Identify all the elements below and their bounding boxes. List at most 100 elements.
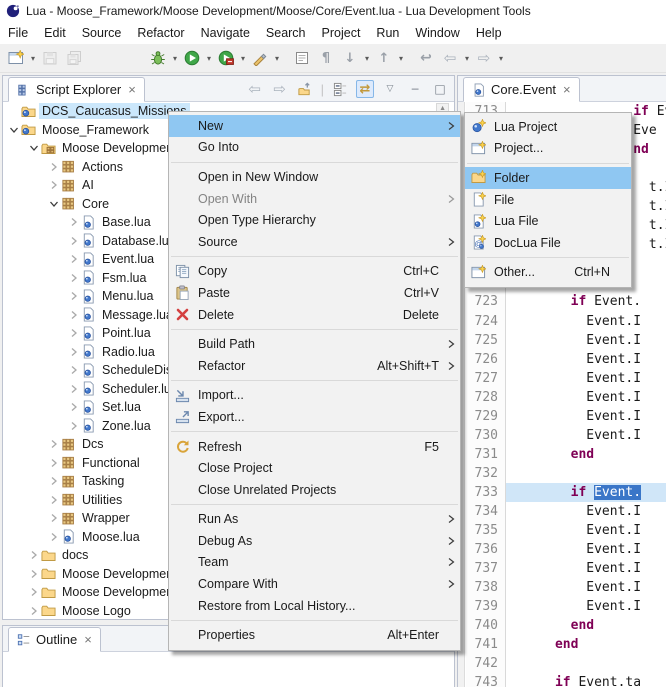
code-line-736[interactable]: 736 Event.I [466,540,666,559]
code-line-733[interactable]: 733 if Event. [466,483,666,502]
menu-project[interactable]: Project [314,22,369,44]
code-line-729[interactable]: 729 Event.I [466,407,666,426]
collapse-all-button[interactable] [331,80,349,98]
tab-outline[interactable]: Outline × [8,627,101,652]
menu-item-lua-project[interactable]: Lua Project [465,116,631,138]
menu-item-refresh[interactable]: RefreshF5 [169,436,460,458]
run-dropdown-icon[interactable]: ▾ [204,54,214,63]
save-button[interactable] [38,46,62,70]
menu-navigate[interactable]: Navigate [193,22,258,44]
menu-search[interactable]: Search [258,22,314,44]
maximize-button[interactable]: □ [431,80,449,98]
collapsed-arrow-icon[interactable] [49,458,59,468]
debug-dropdown-icon[interactable]: ▾ [170,54,180,63]
save-all-button[interactable] [62,46,86,70]
close-icon[interactable]: × [82,635,92,645]
code-line-737[interactable]: 737 Event.I [466,559,666,578]
menu-item-import[interactable]: Import... [169,385,460,407]
collapsed-arrow-icon[interactable] [69,328,79,338]
menu-item-other[interactable]: Other...Ctrl+N [465,262,631,284]
menu-window[interactable]: Window [407,22,467,44]
collapsed-arrow-icon[interactable] [49,532,59,542]
collapsed-arrow-icon[interactable] [29,587,39,597]
code-line-723[interactable]: 723 if Event. [466,292,666,311]
close-icon[interactable]: × [126,85,136,95]
collapsed-arrow-icon[interactable] [49,495,59,505]
coverage-button[interactable] [214,46,238,70]
collapsed-arrow-icon[interactable] [69,236,79,246]
previous-annotation-button[interactable]: ↑ [372,46,396,70]
expanded-arrow-icon[interactable] [9,125,19,135]
forward-button[interactable]: ⇨ [271,80,289,98]
collapsed-arrow-icon[interactable] [69,310,79,320]
code-line-728[interactable]: 728 Event.I [466,388,666,407]
menu-source[interactable]: Source [74,22,130,44]
collapsed-arrow-icon[interactable] [69,273,79,283]
menu-item-open-type-hierarchy[interactable]: Open Type Hierarchy [169,209,460,231]
menu-item-paste[interactable]: PasteCtrl+V [169,282,460,304]
debug-button[interactable] [146,46,170,70]
previous-annotation-dropdown-icon[interactable]: ▾ [396,54,406,63]
code-line-738[interactable]: 738 Event.I [466,578,666,597]
collapsed-arrow-icon[interactable] [69,347,79,357]
menu-help[interactable]: Help [468,22,510,44]
collapsed-arrow-icon[interactable] [49,162,59,172]
code-line-727[interactable]: 727 Event.I [466,369,666,388]
collapsed-arrow-icon[interactable] [29,569,39,579]
code-line-724[interactable]: 724 Event.I [466,312,666,331]
last-edit-location-button[interactable]: ↩ [414,46,438,70]
menu-item-team[interactable]: Team [169,552,460,574]
menu-edit[interactable]: Edit [36,22,74,44]
menu-item-run-as[interactable]: Run As [169,509,460,531]
collapsed-arrow-icon[interactable] [69,254,79,264]
new-wizard-button[interactable] [4,46,28,70]
collapsed-arrow-icon[interactable] [29,606,39,616]
back-dropdown-icon[interactable]: ▾ [462,54,472,63]
external-tools-button[interactable] [248,46,272,70]
minimize-button[interactable]: ─ [406,80,424,98]
menu-item-refactor[interactable]: RefactorAlt+Shift+T [169,355,460,377]
menu-item-close-unrelated-projects[interactable]: Close Unrelated Projects [169,479,460,501]
menu-item-copy[interactable]: CopyCtrl+C [169,261,460,283]
collapsed-arrow-icon[interactable] [49,439,59,449]
collapsed-arrow-icon[interactable] [49,513,59,523]
code-line-725[interactable]: 725 Event.I [466,331,666,350]
collapsed-arrow-icon[interactable] [69,384,79,394]
menu-item-close-project[interactable]: Close Project [169,457,460,479]
menu-item-lua-file[interactable]: Lua File [465,210,631,232]
up-button[interactable] [296,80,314,98]
run-button[interactable] [180,46,204,70]
view-menu-button[interactable]: ▽ [381,80,399,98]
expanded-arrow-icon[interactable] [49,199,59,209]
back-button[interactable]: ⇦ [246,80,264,98]
collapsed-arrow-icon[interactable] [69,421,79,431]
menu-refactor[interactable]: Refactor [129,22,192,44]
new-wizard-dropdown-icon[interactable]: ▾ [28,54,38,63]
next-annotation-button[interactable]: ↓ [338,46,362,70]
menu-item-new[interactable]: New [169,115,460,137]
tab-script-explorer[interactable]: Script Explorer × [8,77,145,102]
menu-item-restore-from-local-history[interactable]: Restore from Local History... [169,595,460,617]
menu-item-open-in-new-window[interactable]: Open in New Window [169,166,460,188]
menu-item-open-with[interactable]: Open With [169,188,460,210]
code-line-726[interactable]: 726 Event.I [466,350,666,369]
close-icon[interactable]: × [561,85,571,95]
forward-dropdown-icon[interactable]: ▾ [496,54,506,63]
code-line-735[interactable]: 735 Event.I [466,521,666,540]
collapsed-arrow-icon[interactable] [69,291,79,301]
mark-occurrences-button[interactable] [290,46,314,70]
menu-item-compare-with[interactable]: Compare With [169,573,460,595]
menu-item-project[interactable]: Project... [465,138,631,160]
link-with-editor-button[interactable]: ⇄ [356,80,374,98]
expanded-arrow-icon[interactable] [29,143,39,153]
menu-item-go-into[interactable]: Go Into [169,137,460,159]
menu-item-delete[interactable]: DeleteDelete [169,304,460,326]
menu-item-doclua-file[interactable]: @DocLua File [465,232,631,254]
back-button[interactable]: ⇦ [438,46,462,70]
menu-item-file[interactable]: File [465,189,631,211]
menu-item-properties[interactable]: PropertiesAlt+Enter [169,624,460,646]
collapsed-arrow-icon[interactable] [29,550,39,560]
code-line-732[interactable]: 732 [466,464,666,483]
menu-item-source[interactable]: Source [169,231,460,253]
code-line-739[interactable]: 739 Event.I [466,597,666,616]
